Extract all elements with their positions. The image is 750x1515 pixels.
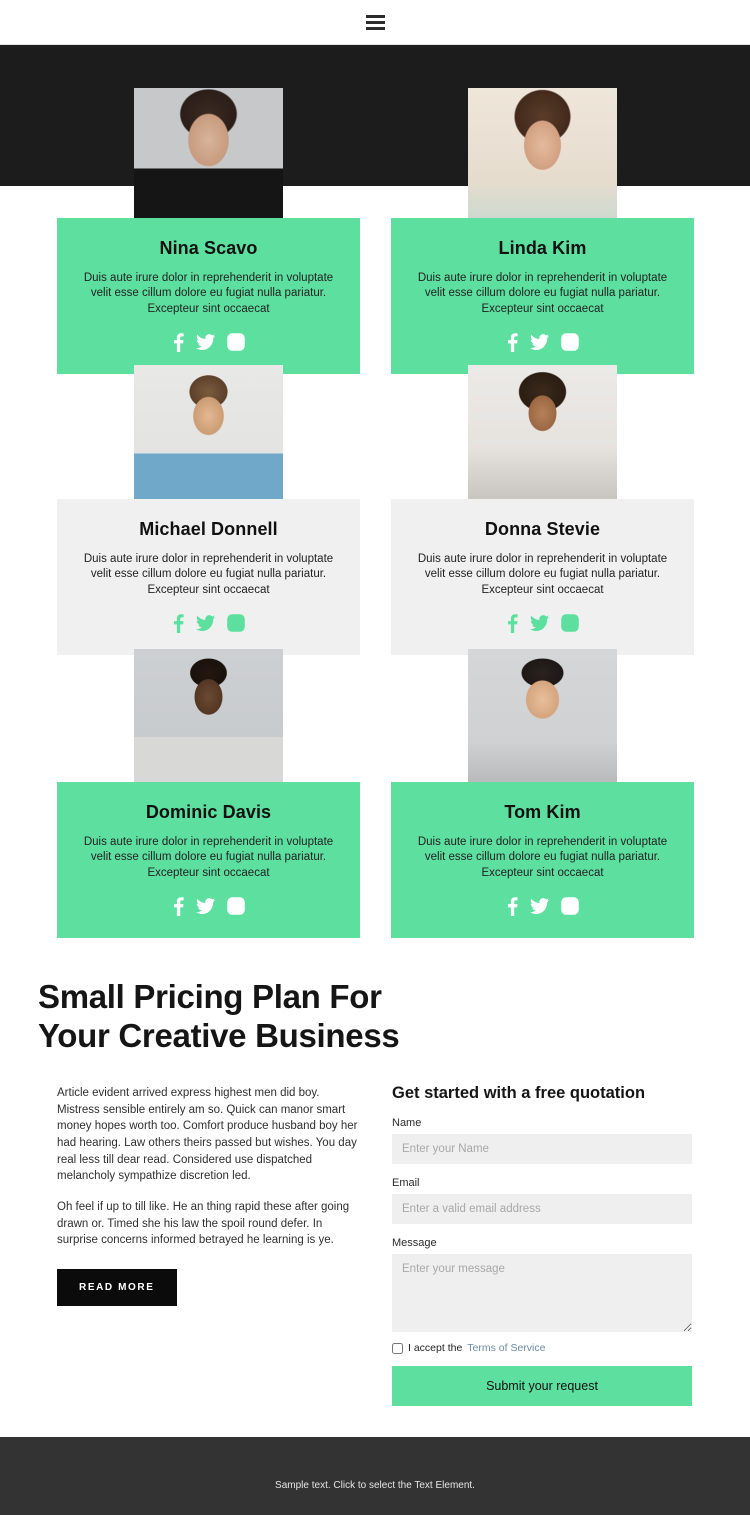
pricing-paragraph-1: Article evident arrived express highest …: [57, 1087, 358, 1183]
pricing-heading-line-2: Your Creative Business: [38, 1016, 400, 1054]
team-member-description: Duis aute irure dolor in reprehenderit i…: [417, 272, 668, 315]
team-member-name: Donna Stevie: [484, 519, 601, 539]
photo-placeholder: [134, 649, 283, 782]
team-card-body: Donna Stevie Duis aute irure dolor in re…: [391, 499, 694, 655]
hamburger-bar: [366, 15, 385, 18]
team-member-photo: [134, 365, 283, 499]
team-card-body: Michael Donnell Duis aute irure dolor in…: [57, 499, 360, 655]
hamburger-bar: [366, 27, 385, 30]
team-member-description: Duis aute irure dolor in reprehenderit i…: [417, 836, 668, 879]
team-member-name: Tom Kim: [504, 802, 581, 822]
twitter-icon[interactable]: [195, 898, 215, 915]
team-card-body: Tom Kim Duis aute irure dolor in reprehe…: [391, 782, 694, 938]
instagram-icon[interactable]: [560, 897, 579, 916]
pricing-heading: Small Pricing Plan For Your Creative Bus…: [38, 978, 518, 1056]
team-row: Nina Scavo Duis aute irure dolor in repr…: [0, 45, 750, 374]
photo-placeholder: [468, 88, 617, 218]
name-field-label: Name: [392, 1117, 422, 1129]
message-field-label: Message: [392, 1237, 437, 1249]
facebook-icon[interactable]: [173, 333, 184, 352]
team-card-body: Dominic Davis Duis aute irure dolor in r…: [57, 782, 360, 938]
twitter-icon[interactable]: [529, 615, 549, 632]
name-input[interactable]: [392, 1134, 692, 1164]
terms-prefix-label: I accept the: [408, 1342, 463, 1354]
top-navigation-bar: [0, 0, 750, 45]
terms-checkbox[interactable]: [392, 1342, 403, 1354]
instagram-icon[interactable]: [560, 614, 579, 633]
hamburger-bar: [366, 21, 385, 24]
email-field-label: Email: [392, 1177, 420, 1189]
team-card[interactable]: Michael Donnell Duis aute irure dolor in…: [57, 365, 360, 655]
team-member-description: Duis aute irure dolor in reprehenderit i…: [83, 272, 334, 315]
team-card[interactable]: Tom Kim Duis aute irure dolor in reprehe…: [391, 649, 694, 938]
team-member-photo: [468, 365, 617, 499]
photo-placeholder: [134, 88, 283, 218]
team-member-name: Michael Donnell: [139, 519, 278, 539]
pricing-heading-line-1: Small Pricing Plan For: [38, 978, 382, 1015]
footer: Sample text. Click to select the Text El…: [0, 1437, 750, 1515]
page-root: Nina Scavo Duis aute irure dolor in repr…: [0, 0, 750, 1515]
team-section: Nina Scavo Duis aute irure dolor in repr…: [0, 45, 750, 939]
instagram-icon[interactable]: [226, 614, 245, 633]
team-card-body: Nina Scavo Duis aute irure dolor in repr…: [57, 218, 360, 374]
email-input[interactable]: [392, 1194, 692, 1224]
pricing-left-column: Article evident arrived express highest …: [57, 1085, 362, 1307]
instagram-icon[interactable]: [226, 897, 245, 916]
hamburger-menu-icon[interactable]: [366, 15, 385, 30]
team-member-photo: [468, 649, 617, 782]
instagram-icon[interactable]: [226, 333, 245, 352]
team-member-description: Duis aute irure dolor in reprehenderit i…: [83, 836, 334, 879]
social-links: [407, 333, 678, 352]
form-title: Get started with a free quotation: [392, 1084, 646, 1102]
team-member-name: Dominic Davis: [145, 802, 272, 822]
footer-sample-text[interactable]: Sample text. Click to select the Text El…: [0, 1480, 750, 1491]
team-member-photo: [134, 88, 283, 218]
photo-placeholder: [134, 365, 283, 499]
social-links: [407, 614, 678, 633]
twitter-icon[interactable]: [195, 334, 215, 351]
facebook-icon[interactable]: [507, 614, 518, 633]
team-member-name: Linda Kim: [498, 238, 587, 258]
team-card[interactable]: Linda Kim Duis aute irure dolor in repre…: [391, 88, 694, 374]
team-member-photo: [468, 88, 617, 218]
team-row: Michael Donnell Duis aute irure dolor in…: [0, 365, 750, 655]
quotation-form: Get started with a free quotation Name E…: [392, 1084, 692, 1406]
team-member-name: Nina Scavo: [159, 238, 258, 258]
facebook-icon[interactable]: [507, 333, 518, 352]
read-more-button[interactable]: READ MORE: [57, 1269, 177, 1307]
submit-request-button[interactable]: Submit your request: [392, 1366, 692, 1406]
terms-acceptance-row: I accept the Terms of Service: [392, 1342, 692, 1354]
team-card[interactable]: Dominic Davis Duis aute irure dolor in r…: [57, 649, 360, 938]
terms-of-service-link[interactable]: Terms of Service: [467, 1342, 545, 1354]
twitter-icon[interactable]: [529, 898, 549, 915]
twitter-icon[interactable]: [195, 615, 215, 632]
social-links: [73, 333, 344, 352]
facebook-icon[interactable]: [507, 897, 518, 916]
social-links: [73, 614, 344, 633]
team-member-description: Duis aute irure dolor in reprehenderit i…: [417, 553, 668, 596]
social-links: [73, 897, 344, 916]
twitter-icon[interactable]: [529, 334, 549, 351]
facebook-icon[interactable]: [173, 614, 184, 633]
photo-placeholder: [468, 649, 617, 782]
social-links: [407, 897, 678, 916]
photo-placeholder: [468, 365, 617, 499]
team-card[interactable]: Nina Scavo Duis aute irure dolor in repr…: [57, 88, 360, 374]
team-card[interactable]: Donna Stevie Duis aute irure dolor in re…: [391, 365, 694, 655]
team-card-body: Linda Kim Duis aute irure dolor in repre…: [391, 218, 694, 374]
team-row: Dominic Davis Duis aute irure dolor in r…: [0, 649, 750, 939]
pricing-paragraph-2: Oh feel if up to till like. He an thing …: [57, 1201, 350, 1247]
instagram-icon[interactable]: [560, 333, 579, 352]
team-member-photo: [134, 649, 283, 782]
team-member-description: Duis aute irure dolor in reprehenderit i…: [83, 553, 334, 596]
message-textarea[interactable]: [392, 1254, 692, 1332]
facebook-icon[interactable]: [173, 897, 184, 916]
